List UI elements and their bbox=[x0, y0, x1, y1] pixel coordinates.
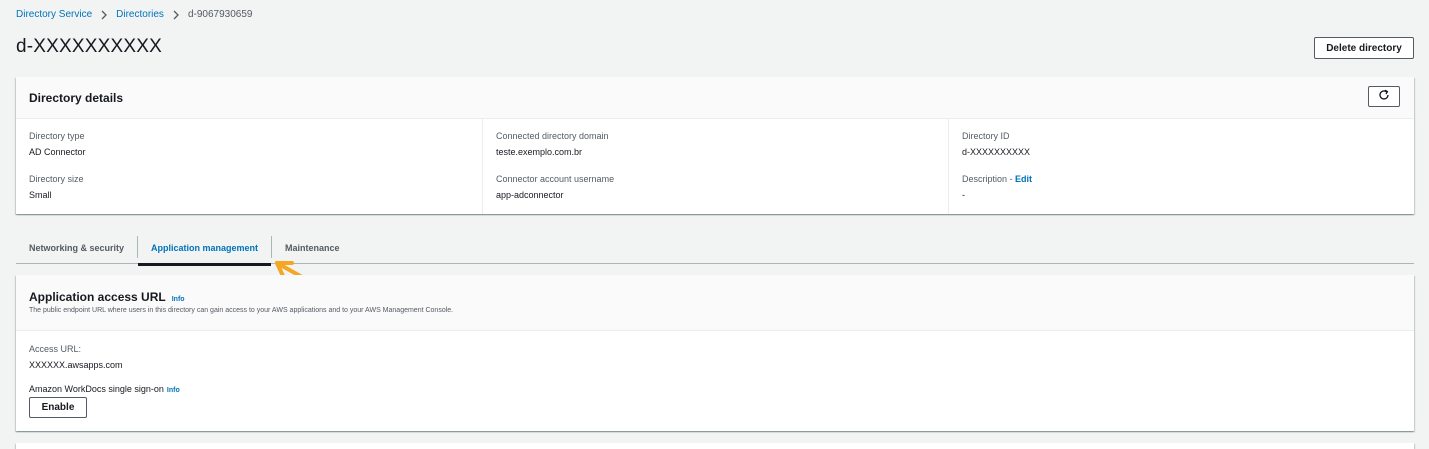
directory-details-header: Directory details bbox=[16, 77, 1414, 119]
details-column-1: Directory type AD Connector Directory si… bbox=[16, 119, 482, 214]
breadcrumb-directories[interactable]: Directories bbox=[116, 9, 164, 20]
refresh-button[interactable] bbox=[1368, 86, 1400, 107]
application-access-description: The public endpoint URL where users in t… bbox=[29, 307, 454, 314]
directory-details-title: Directory details bbox=[29, 91, 124, 105]
access-url-label: Access URL: bbox=[29, 344, 82, 354]
breadcrumb: Directory Service Directories d-90679306… bbox=[16, 9, 252, 20]
chevron-right-icon bbox=[172, 10, 180, 20]
application-access-title: Application access URL Info bbox=[29, 290, 185, 304]
application-access-header: Application access URL Info The public e… bbox=[16, 275, 1414, 331]
description-label-text: Description - bbox=[962, 174, 1016, 184]
workdocs-sso-label-text: Amazon WorkDocs single sign-on bbox=[29, 384, 164, 394]
directory-id-label: Directory ID bbox=[962, 131, 1010, 141]
directory-type-label: Directory type bbox=[29, 131, 85, 141]
breadcrumb-directory-service[interactable]: Directory Service bbox=[16, 9, 92, 20]
breadcrumb-current: d-9067930659 bbox=[187, 9, 253, 20]
directory-id-value: d-XXXXXXXXXX bbox=[962, 147, 1031, 157]
tab-networking-security[interactable]: Networking & security bbox=[16, 231, 137, 264]
directory-size-label: Directory size bbox=[29, 174, 84, 184]
description-value: - bbox=[962, 190, 965, 200]
application-access-info-link[interactable]: Info bbox=[172, 296, 185, 303]
next-panel bbox=[16, 443, 1414, 449]
description-edit-link[interactable]: Edit bbox=[1015, 174, 1032, 184]
details-column-3: Directory ID d-XXXXXXXXXX Description - … bbox=[948, 119, 1414, 214]
workdocs-info-link[interactable]: Info bbox=[167, 387, 180, 394]
refresh-icon bbox=[1378, 89, 1390, 104]
connector-username-value: app-adconnector bbox=[496, 190, 564, 200]
enable-workdocs-button[interactable]: Enable bbox=[29, 397, 87, 418]
directory-type-value: AD Connector bbox=[29, 147, 86, 157]
connected-domain-label: Connected directory domain bbox=[496, 131, 609, 141]
tab-application-management[interactable]: Application management bbox=[138, 231, 272, 266]
details-column-2: Connected directory domain teste.exemplo… bbox=[482, 119, 948, 214]
tab-bar: Networking & security Application manage… bbox=[16, 231, 1414, 266]
access-url-value: XXXXXX.awsapps.com bbox=[29, 360, 123, 370]
page-title: d-XXXXXXXXXX bbox=[16, 36, 163, 57]
connected-domain-value: teste.exemplo.com.br bbox=[496, 147, 583, 157]
directory-details-panel: Directory details Directory type AD Conn… bbox=[16, 77, 1414, 214]
chevron-right-icon bbox=[100, 10, 108, 20]
workdocs-sso-label: Amazon WorkDocs single sign-on Info bbox=[29, 384, 180, 394]
connector-username-label: Connector account username bbox=[496, 174, 615, 184]
application-access-title-text: Application access URL bbox=[29, 290, 166, 304]
description-label: Description - Edit bbox=[962, 174, 1032, 184]
directory-size-value: Small bbox=[29, 190, 52, 200]
delete-directory-button[interactable]: Delete directory bbox=[1314, 37, 1414, 59]
application-access-panel: Application access URL Info The public e… bbox=[16, 275, 1414, 431]
